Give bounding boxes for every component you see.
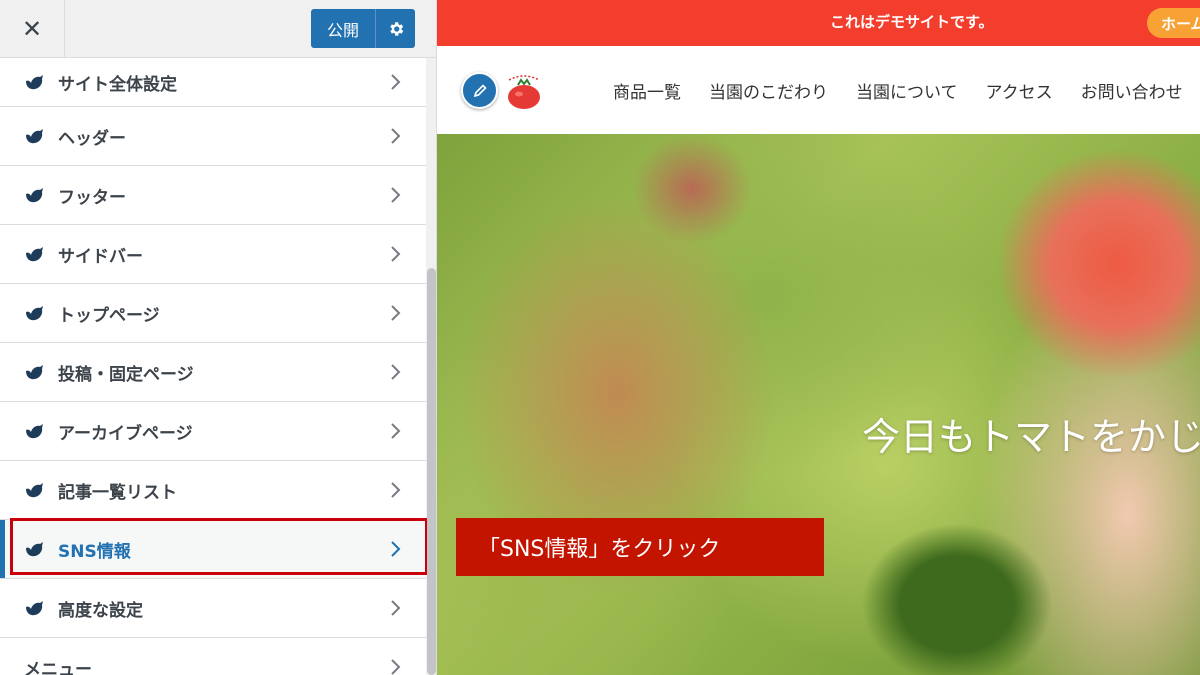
notice-text: これはデモサイトです。 bbox=[830, 13, 994, 31]
edit-shortcut-button[interactable] bbox=[461, 72, 498, 109]
pencil-icon bbox=[473, 83, 487, 97]
chevron-right-icon bbox=[391, 246, 401, 262]
site-header: 商品一覧 当園のこだわり 当園について アクセス お問い合わせ bbox=[437, 46, 1200, 134]
menu-item-sns-info[interactable]: SNS情報 bbox=[0, 520, 426, 579]
chevron-right-icon bbox=[391, 482, 401, 498]
chevron-right-icon bbox=[391, 659, 401, 675]
menu-item-label: 記事一覧リスト bbox=[58, 482, 177, 503]
menu-item-menus[interactable]: メニュー bbox=[0, 638, 426, 675]
menu-item-sidebar[interactable]: サイドバー bbox=[0, 225, 426, 284]
close-icon: ✕ bbox=[21, 14, 43, 43]
gear-icon bbox=[389, 21, 403, 36]
menu-item-top-page[interactable]: トップページ bbox=[0, 284, 426, 343]
publish-group: 公開 bbox=[311, 9, 415, 48]
bird-icon bbox=[24, 185, 46, 205]
tomato-logo[interactable] bbox=[505, 68, 543, 112]
customizer-sidebar: ✕ 公開 サイト全体設定 ヘッダー フッター サイドバー トップページ 投稿・固… bbox=[0, 0, 437, 675]
menu-item-label: フッター bbox=[58, 187, 126, 208]
publish-button[interactable]: 公開 bbox=[311, 9, 375, 48]
chevron-right-icon bbox=[391, 423, 401, 439]
bird-icon bbox=[24, 362, 46, 382]
menu-item-label: サイドバー bbox=[58, 246, 143, 267]
menu-item-post-list[interactable]: 記事一覧リスト bbox=[0, 461, 426, 520]
bird-icon bbox=[24, 598, 46, 618]
menu-item-header[interactable]: ヘッダー bbox=[0, 107, 426, 166]
customizer-menu: サイト全体設定 ヘッダー フッター サイドバー トップページ 投稿・固定ページ bbox=[0, 58, 426, 675]
main-nav: 商品一覧 当園のこだわり 当園について アクセス お問い合わせ bbox=[613, 78, 1200, 103]
home-button[interactable]: ホーム bbox=[1147, 8, 1200, 38]
notice-bar: これはデモサイトです。 ホーム bbox=[437, 0, 1200, 46]
scrollbar[interactable] bbox=[427, 268, 436, 675]
bird-icon bbox=[24, 244, 46, 264]
menu-item-label: サイト全体設定 bbox=[58, 74, 177, 95]
menu-item-label: メニュー bbox=[24, 659, 92, 675]
nav-link-contact[interactable]: お問い合わせ bbox=[1081, 78, 1183, 103]
menu-item-label: SNS情報 bbox=[58, 541, 131, 562]
site-preview: これはデモサイトです。 ホーム 商品一覧 当園のこだわり 当園について アクセス… bbox=[437, 0, 1200, 675]
chevron-right-icon bbox=[391, 74, 401, 90]
menu-item-posts-pages[interactable]: 投稿・固定ページ bbox=[0, 343, 426, 402]
chevron-right-icon bbox=[391, 128, 401, 144]
publish-settings-button[interactable] bbox=[375, 9, 415, 48]
menu-item-label: ヘッダー bbox=[58, 128, 126, 149]
nav-link-commitment[interactable]: 当園のこだわり bbox=[709, 78, 828, 103]
menu-item-label: 高度な設定 bbox=[58, 600, 143, 621]
bird-icon bbox=[24, 421, 46, 441]
bird-icon bbox=[24, 539, 46, 559]
hero-heading: 今日もトマトをかじる bbox=[862, 415, 1200, 459]
menu-item-advanced-settings[interactable]: 高度な設定 bbox=[0, 579, 426, 638]
bird-icon bbox=[24, 72, 46, 92]
menu-item-site-settings[interactable]: サイト全体設定 bbox=[0, 58, 426, 107]
bird-icon bbox=[24, 303, 46, 323]
bird-icon bbox=[24, 126, 46, 146]
chevron-right-icon bbox=[391, 541, 401, 557]
bird-icon bbox=[24, 480, 46, 500]
nav-link-products[interactable]: 商品一覧 bbox=[613, 78, 681, 103]
chevron-right-icon bbox=[391, 187, 401, 203]
chevron-right-icon bbox=[391, 364, 401, 380]
menu-item-label: アーカイブページ bbox=[58, 423, 193, 444]
customizer-header: ✕ 公開 bbox=[0, 0, 436, 58]
menu-item-archive-page[interactable]: アーカイブページ bbox=[0, 402, 426, 461]
close-button[interactable]: ✕ bbox=[0, 0, 65, 57]
menu-item-label: トップページ bbox=[58, 305, 160, 326]
instruction-callout: 「SNS情報」をクリック bbox=[456, 518, 824, 576]
chevron-right-icon bbox=[391, 600, 401, 616]
hero-image: 今日もトマトをかじる 「SNS情報」をクリック bbox=[437, 134, 1200, 675]
active-indicator bbox=[0, 520, 5, 578]
menu-item-label: 投稿・固定ページ bbox=[58, 364, 194, 385]
menu-item-footer[interactable]: フッター bbox=[0, 166, 426, 225]
chevron-right-icon bbox=[391, 305, 401, 321]
nav-link-about[interactable]: 当園について bbox=[856, 78, 958, 103]
nav-link-access[interactable]: アクセス bbox=[986, 78, 1053, 103]
